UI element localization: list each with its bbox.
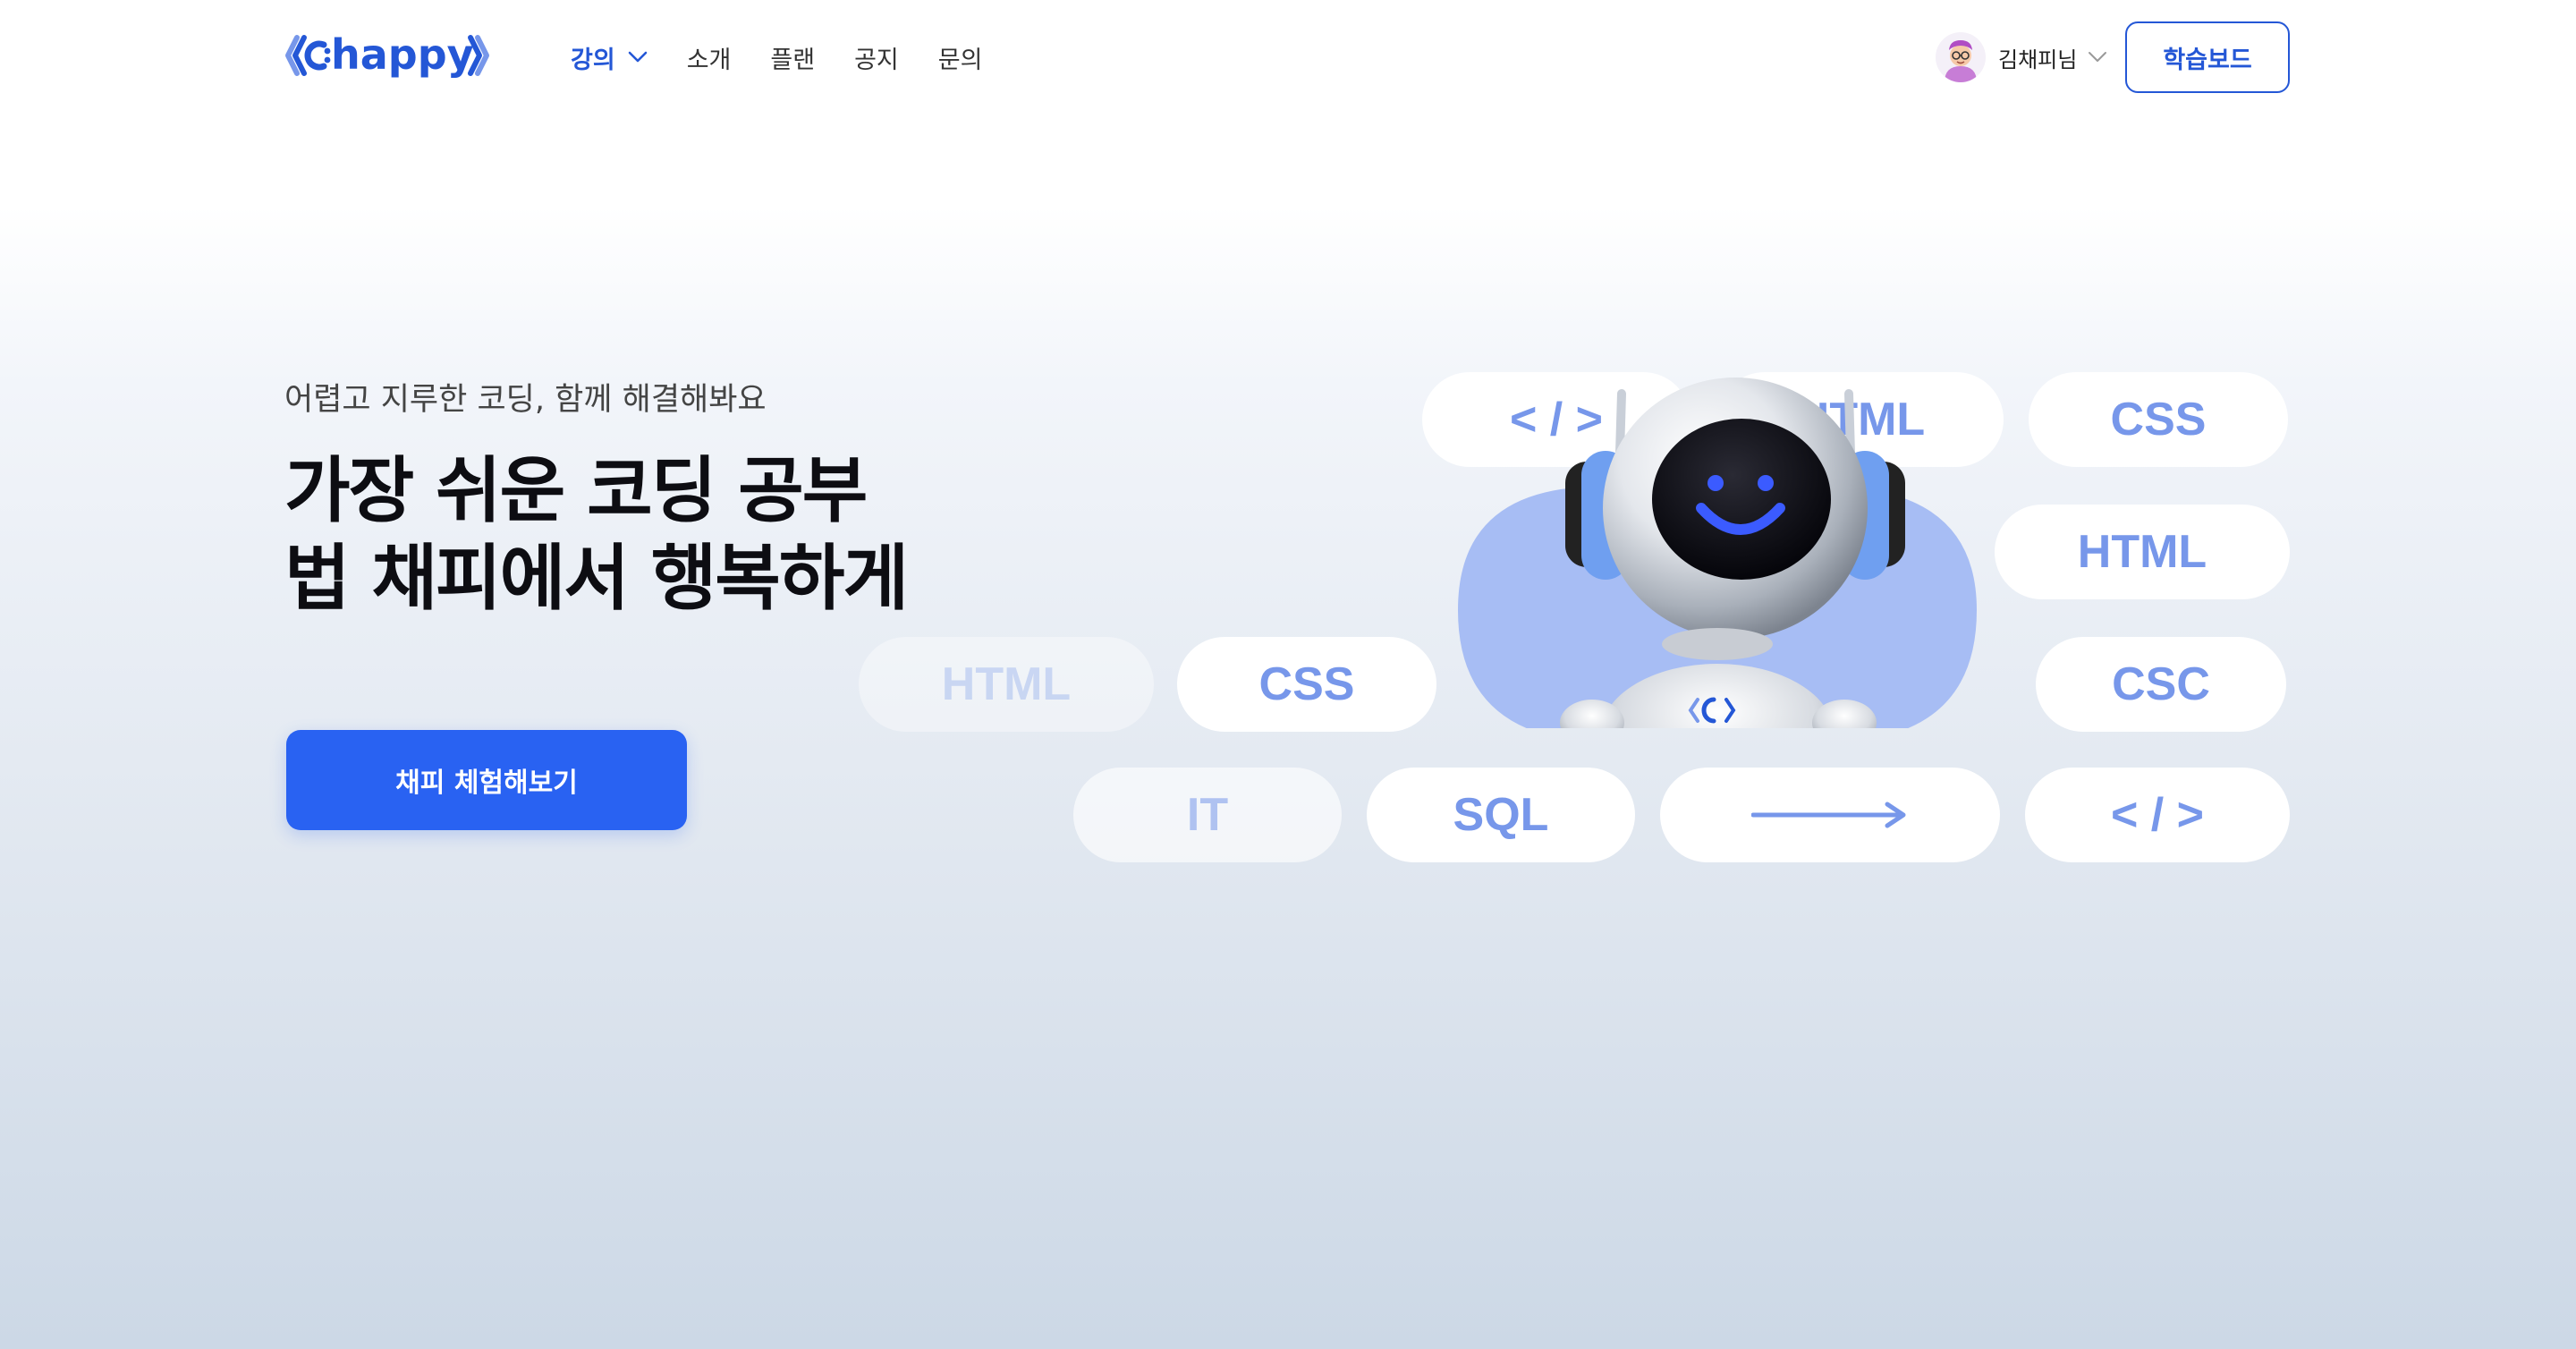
code-tag-pill: < / > xyxy=(2025,768,2290,862)
user-menu[interactable]: 김채피님 xyxy=(1936,30,2107,84)
robot-icon xyxy=(1458,378,1977,728)
learning-board-button[interactable]: 학습보드 xyxy=(2125,21,2290,93)
user-avatar-icon xyxy=(1936,32,1986,82)
nav-item-label: 문의 xyxy=(937,46,983,74)
pill-label: HTML xyxy=(2077,526,2207,578)
hero-title-line: 법 채피에서 행복하게 xyxy=(284,537,909,620)
user-name: 김채피님 xyxy=(1998,47,2078,72)
pill-label: CSS xyxy=(2110,394,2207,445)
arrow-right-icon xyxy=(1751,802,1906,828)
chevron-down-icon xyxy=(2088,51,2107,64)
it-pill: IT xyxy=(1073,768,1342,862)
chappy-logo[interactable]: happy xyxy=(284,27,490,84)
pill-label: HTML xyxy=(941,658,1072,710)
hero-subtitle: 어렵고 지루한 코딩, 함께 해결해봐요 xyxy=(284,382,767,418)
nav-item-label: 공지 xyxy=(854,46,899,74)
logo-icon: happy xyxy=(285,30,489,79)
chevron-down-icon xyxy=(628,51,648,64)
nav-item-notice[interactable]: 공지 xyxy=(854,40,899,75)
arrow-pill xyxy=(1660,768,2000,862)
logo-text: happy xyxy=(331,30,474,79)
nav-item-contact[interactable]: 문의 xyxy=(938,40,983,75)
sql-pill: SQL xyxy=(1367,768,1635,862)
robot-mascot xyxy=(1449,376,2004,734)
site-header: happy 강의 소개 플랜 공지 문의 김채피님 학습보드 xyxy=(0,0,2576,115)
nav-item-about[interactable]: 소개 xyxy=(687,40,732,75)
nav-item-plan[interactable]: 플랜 xyxy=(770,40,815,75)
pill-label: CSC xyxy=(2112,658,2210,710)
css-pill: CSS xyxy=(1177,637,1436,732)
nav-item-lecture[interactable]: 강의 xyxy=(571,40,648,75)
pill-label: IT xyxy=(1186,789,1229,841)
css-pill: CSS xyxy=(2029,372,2288,467)
csc-pill: CSC xyxy=(2036,637,2286,732)
nav-item-label: 강의 xyxy=(571,46,615,74)
avatar xyxy=(1936,32,1986,82)
nav-item-label: 소개 xyxy=(686,46,732,74)
html-pill: HTML xyxy=(859,637,1154,732)
pill-label: CSS xyxy=(1258,658,1355,710)
hero-title: 가장 쉬운 코딩 공부 법 채피에서 행복하게 xyxy=(284,447,909,623)
pill-label: SQL xyxy=(1453,789,1549,841)
try-chappy-button[interactable]: 채피 체험해보기 xyxy=(286,730,687,830)
pill-label: < / > xyxy=(2110,789,2205,841)
html-pill: HTML xyxy=(1995,505,2290,599)
hero-title-line: 가장 쉬운 코딩 공부 xyxy=(284,449,868,532)
main-nav: 강의 소개 플랜 공지 문의 xyxy=(571,34,1021,81)
nav-item-label: 플랜 xyxy=(770,46,816,74)
